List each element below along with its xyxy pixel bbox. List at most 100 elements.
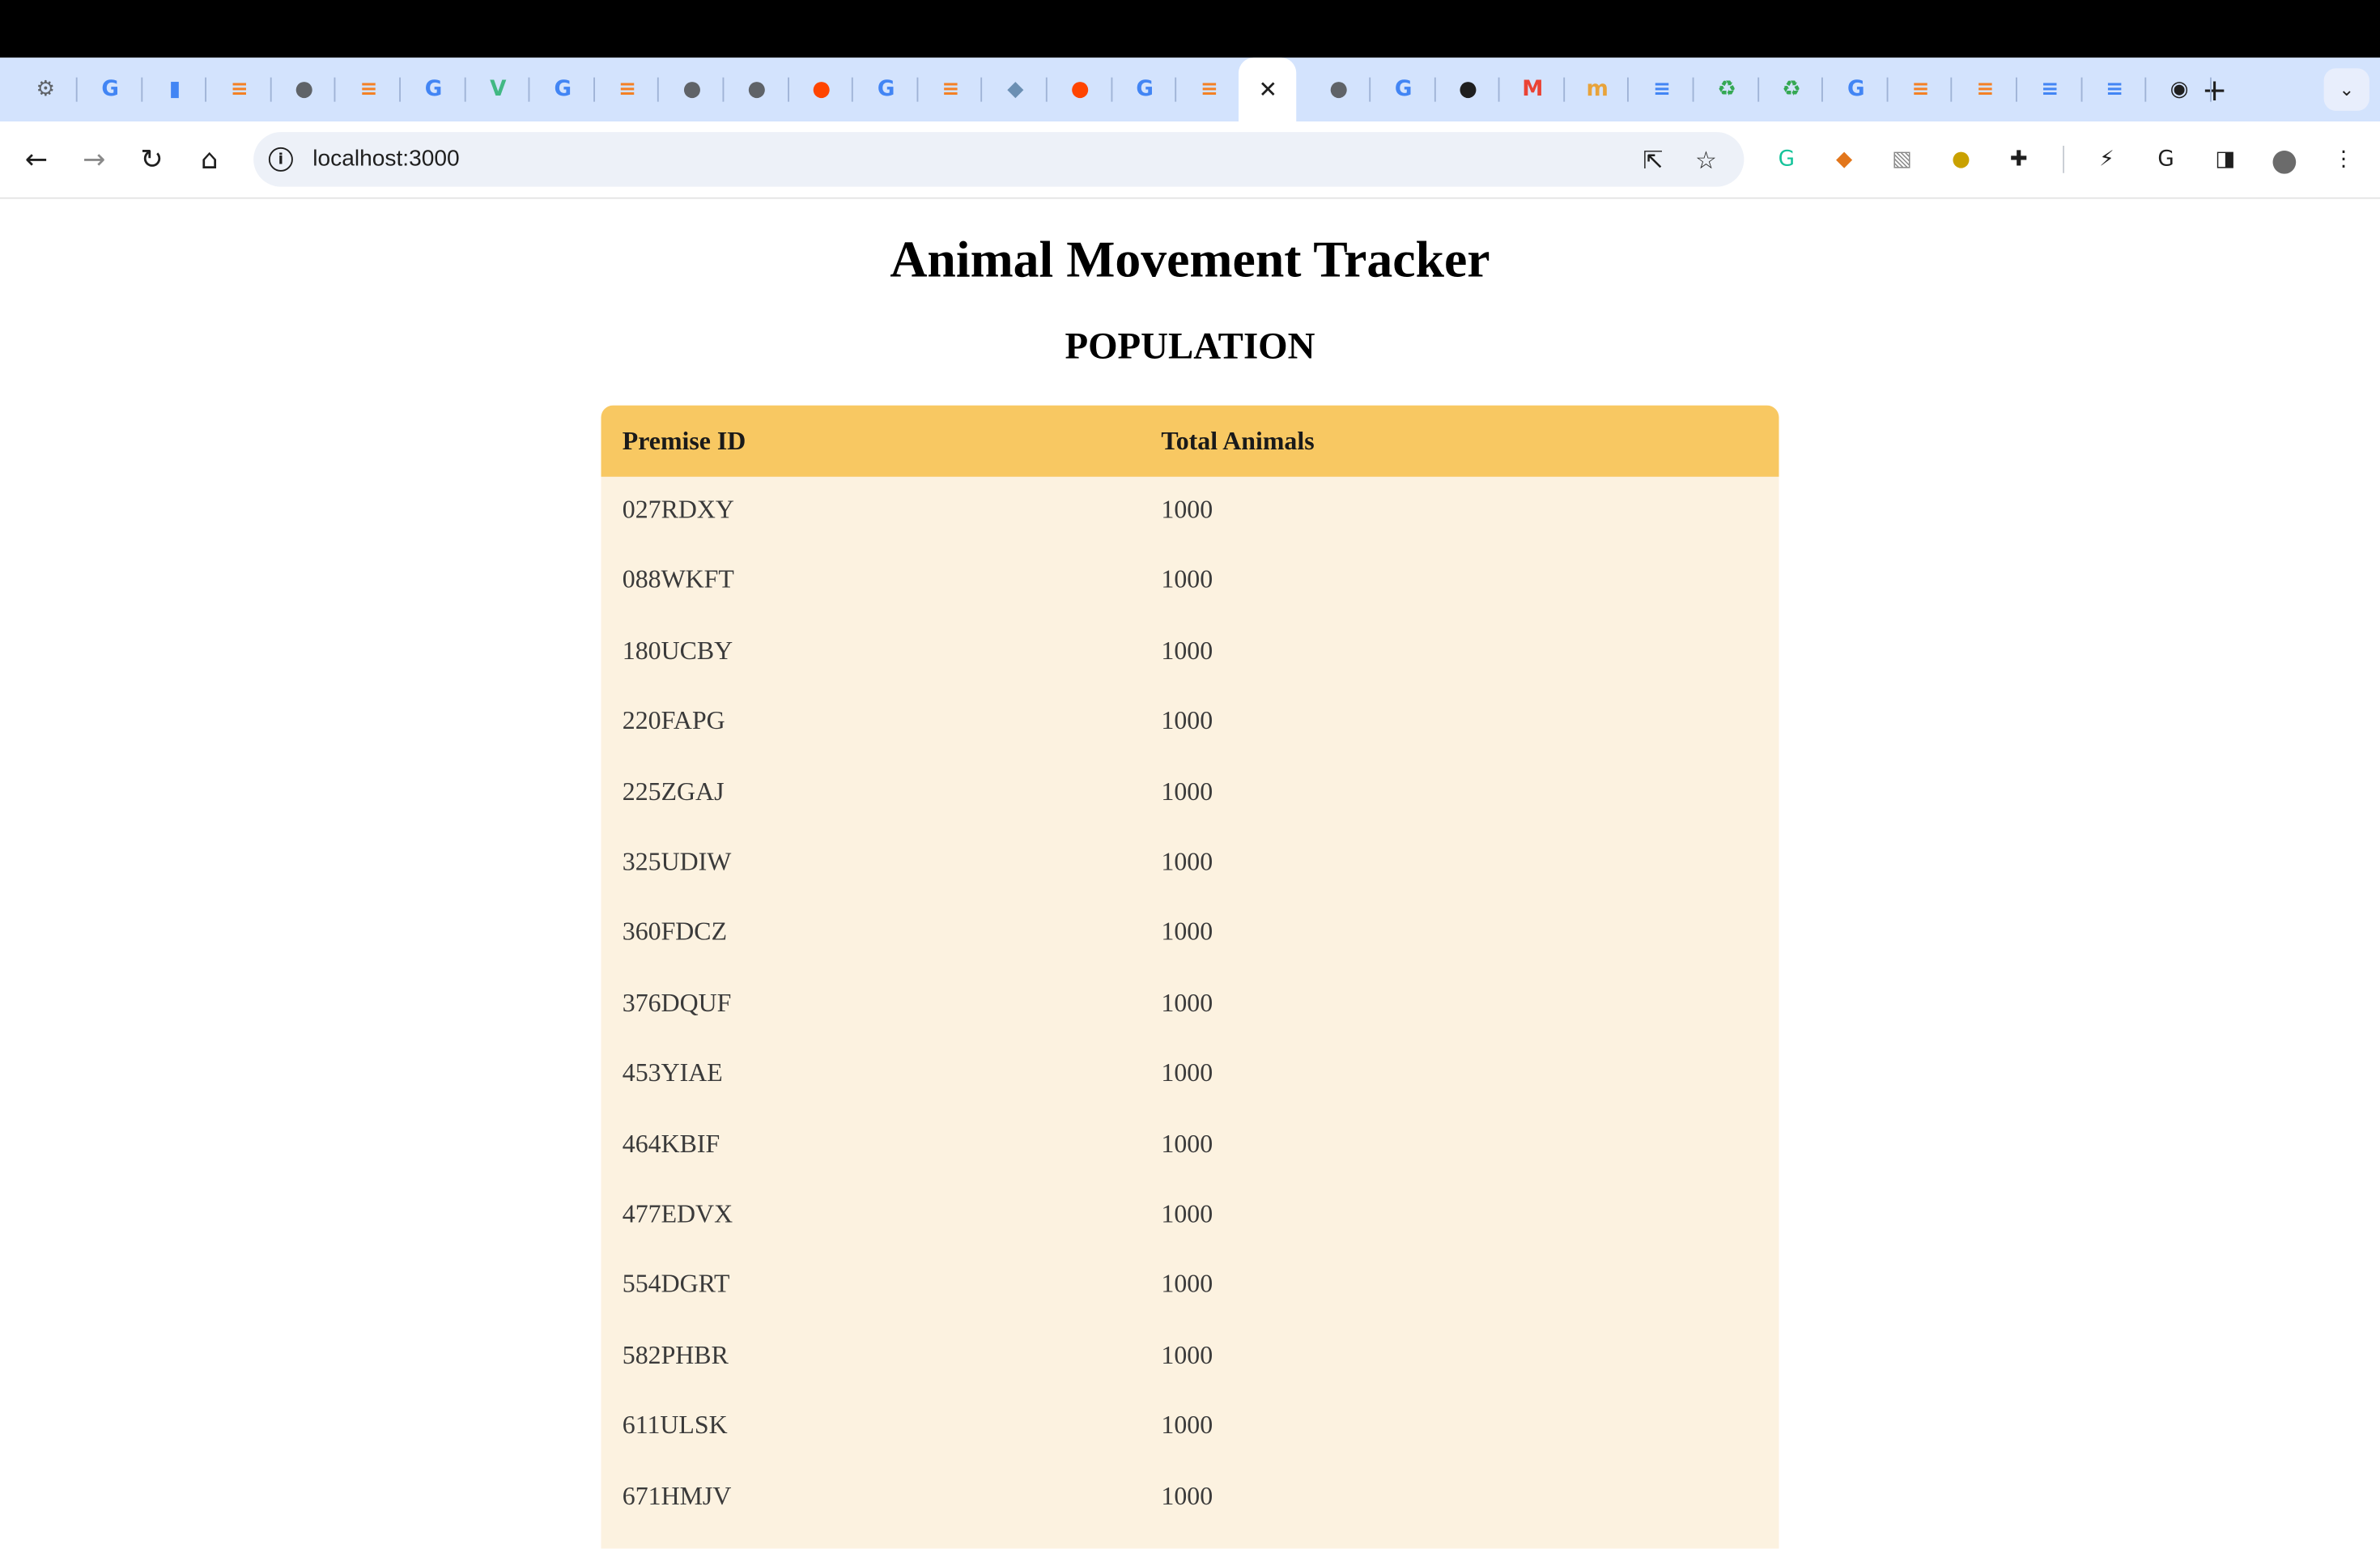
- table-row: 325UDIW 1000: [601, 829, 1779, 899]
- tab-separator: [1821, 77, 1824, 102]
- grammarly-icon[interactable]: G: [1771, 144, 1802, 175]
- browser-tab[interactable]: ≡: [207, 57, 272, 121]
- profile-avatar[interactable]: ●: [2269, 141, 2300, 177]
- forward-button[interactable]: →: [74, 140, 114, 180]
- browser-tab[interactable]: ≡: [337, 57, 401, 121]
- google-favicon-icon: G: [1394, 77, 1413, 102]
- table-row: 464KBIF 1000: [601, 1111, 1779, 1181]
- table-row: 671HMJV 1000: [601, 1463, 1779, 1533]
- table-row: 027RDXY 1000: [601, 477, 1779, 547]
- address-bar[interactable]: i localhost:3000 ⇱ ☆: [253, 132, 1745, 187]
- address-url[interactable]: localhost:3000: [312, 146, 459, 172]
- column-header-total-animals[interactable]: Total Animals: [1161, 427, 1314, 457]
- browser-tab[interactable]: ≡: [2083, 57, 2147, 121]
- tab-separator: [528, 77, 530, 102]
- browser-tab[interactable]: ●: [725, 57, 789, 121]
- extensions-puzzle-icon[interactable]: ✚: [2004, 144, 2034, 175]
- browser-tab[interactable]: ●: [1436, 57, 1500, 121]
- browser-tab[interactable]: G: [1113, 57, 1177, 121]
- globe-favicon-icon: ●: [747, 77, 767, 102]
- gmail-favicon-icon: M: [1522, 77, 1544, 102]
- open-in-app-icon[interactable]: ⇱: [1638, 144, 1668, 175]
- browser-tab[interactable]: ⚙: [14, 57, 78, 121]
- reddit-favicon-icon: ●: [1070, 77, 1090, 102]
- table-row: 360FDCZ 1000: [601, 900, 1779, 969]
- globe-favicon-icon: ●: [1329, 77, 1349, 102]
- browser-tab[interactable]: ≡: [919, 57, 983, 121]
- browser-tab[interactable]: G: [1371, 57, 1435, 121]
- cell-total-animals: 1000: [1161, 777, 1213, 806]
- browser-tab[interactable]: m: [1566, 57, 1630, 121]
- back-button[interactable]: ←: [17, 140, 57, 180]
- table-row: 453YIAE 1000: [601, 1040, 1779, 1110]
- stackoverflow-favicon-icon: ≡: [1976, 77, 1995, 102]
- google-favicon-icon: G: [101, 77, 119, 102]
- browser-tab[interactable]: ●: [272, 57, 337, 121]
- browser-tab[interactable]: ≡: [596, 57, 660, 121]
- reload-button[interactable]: ↻: [132, 140, 172, 180]
- browser-tab[interactable]: ▮: [143, 57, 207, 121]
- cell-total-animals: 1000: [1161, 917, 1213, 947]
- table-row: 376DQUF 1000: [601, 970, 1779, 1040]
- active-tab[interactable]: ✕: [1239, 57, 1297, 121]
- performance-icon[interactable]: ⚡: [2092, 144, 2123, 175]
- browser-tab[interactable]: G: [79, 57, 142, 121]
- site-info-icon[interactable]: i: [268, 147, 293, 172]
- tab-search-button[interactable]: ⌄: [2323, 68, 2369, 111]
- browser-tab[interactable]: ●: [1307, 57, 1371, 121]
- cell-total-animals: 1000: [1161, 706, 1213, 735]
- tab-separator: [1692, 77, 1694, 102]
- chrome-favicon-icon: ◉: [2170, 77, 2189, 102]
- browser-tab[interactable]: G: [531, 57, 595, 121]
- browser-tab[interactable]: G: [402, 57, 465, 121]
- browser-tab[interactable]: ≡: [1889, 57, 1953, 121]
- browser-tab[interactable]: ●: [789, 57, 854, 121]
- column-header-premise-id[interactable]: Premise ID: [623, 427, 746, 457]
- table-row: 611ULSK 1000: [601, 1393, 1779, 1462]
- browser-tab[interactable]: ≡: [2018, 57, 2082, 121]
- browser-tab[interactable]: V: [466, 57, 530, 121]
- browser-tab[interactable]: ≡: [1630, 57, 1694, 121]
- browser-tab[interactable]: ◆: [984, 57, 1048, 121]
- google-account-icon[interactable]: G: [2151, 144, 2182, 175]
- browser-tab[interactable]: ♻: [1695, 57, 1759, 121]
- browser-tab[interactable]: G: [854, 57, 918, 121]
- tampermonkey-icon[interactable]: ●: [1946, 144, 1977, 175]
- browser-tab[interactable]: ●: [661, 57, 725, 121]
- github-favicon-icon: ●: [1459, 77, 1477, 102]
- browser-tab[interactable]: G: [1824, 57, 1889, 121]
- fish-favicon-icon: ◆: [1007, 77, 1024, 102]
- bookmark-star-icon[interactable]: ☆: [1691, 144, 1722, 175]
- browser-tab[interactable]: ●: [1048, 57, 1112, 121]
- os-top-bar: [0, 0, 2380, 58]
- cell-total-animals: 1000: [1161, 636, 1213, 665]
- browser-tab[interactable]: ≡: [1178, 57, 1242, 121]
- notion-ext-icon[interactable]: ▧: [1887, 144, 1918, 175]
- moralis-favicon-icon: m: [1586, 77, 1609, 102]
- google-favicon-icon: G: [1847, 77, 1865, 102]
- tab-separator: [1175, 77, 1177, 102]
- tab-separator: [1434, 77, 1435, 102]
- tab-separator: [1498, 77, 1500, 102]
- cell-premise-id: 225ZGAJ: [622, 777, 725, 806]
- section-heading: POPULATION: [1065, 326, 1315, 368]
- browser-tab[interactable]: M: [1501, 57, 1565, 121]
- tab-separator: [75, 77, 78, 102]
- browser-tab[interactable]: ≡: [1953, 57, 2017, 121]
- cell-premise-id: 376DQUF: [622, 988, 732, 1017]
- stackoverflow-favicon-icon: ≡: [1911, 77, 1930, 102]
- menu-kebab-icon[interactable]: ⋮: [2328, 144, 2359, 175]
- cell-total-animals: 1000: [1161, 1411, 1213, 1440]
- home-button[interactable]: ⌂: [189, 140, 229, 180]
- close-tab-icon[interactable]: ✕: [1259, 76, 1278, 104]
- side-panel-icon[interactable]: ◨: [2210, 144, 2241, 175]
- tab-separator: [1110, 77, 1112, 102]
- browser-tab[interactable]: ◉: [2148, 57, 2212, 121]
- google-favicon-icon: G: [424, 77, 443, 102]
- metamask-icon[interactable]: ◆: [1829, 144, 1859, 175]
- browser-tab[interactable]: ♻: [1759, 57, 1824, 121]
- tab-separator: [1627, 77, 1630, 102]
- tab-separator: [657, 77, 660, 102]
- tab-separator: [2016, 77, 2017, 102]
- cell-premise-id: 611ULSK: [622, 1411, 728, 1440]
